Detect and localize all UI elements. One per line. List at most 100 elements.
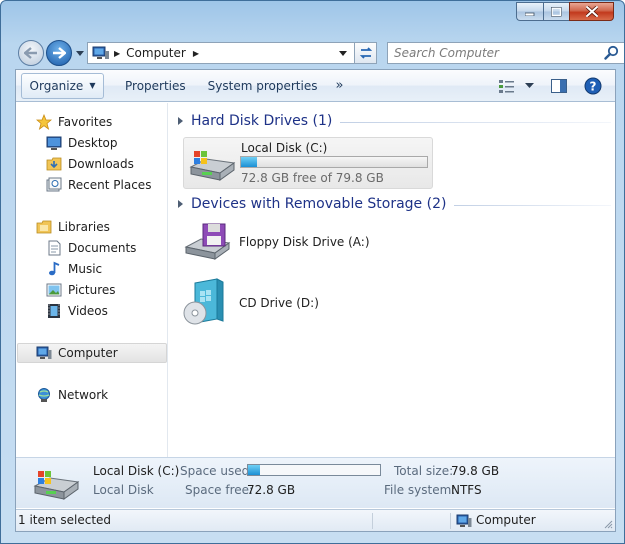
nav-favorites-label: Favorites — [58, 115, 113, 129]
system-properties-button[interactable]: System properties — [199, 73, 327, 99]
network-icon — [36, 387, 52, 403]
details-usage-fill — [248, 465, 260, 475]
nav-network[interactable]: Network — [36, 385, 108, 405]
view-list-icon — [499, 80, 514, 93]
minimize-button[interactable] — [516, 2, 543, 21]
nav-pictures[interactable]: Pictures — [46, 280, 116, 300]
cd-drive-label: CD Drive (D:) — [239, 296, 319, 310]
local-disk-name: Local Disk (C:) — [241, 141, 328, 155]
space-free-value: 72.8 GB — [247, 483, 296, 497]
command-bar: Organize ▼ Properties System properties … — [16, 70, 615, 102]
back-button[interactable] — [18, 40, 44, 66]
recent-places-icon — [46, 177, 62, 193]
nav-libraries[interactable]: Libraries — [36, 217, 110, 237]
view-options-dropdown[interactable] — [521, 73, 537, 99]
address-bar[interactable]: ▶ Computer ▶ — [87, 42, 355, 64]
downloads-folder-icon — [46, 156, 62, 172]
group-collapse-icon — [178, 200, 183, 208]
minimize-icon — [525, 12, 535, 16]
nav-network-label: Network — [58, 388, 109, 402]
nav-videos[interactable]: Videos — [46, 301, 108, 321]
nav-desktop[interactable]: Desktop — [46, 133, 118, 153]
address-row: ▶ Computer ▶ — [15, 38, 624, 66]
nav-recent-places-label: Recent Places — [68, 178, 152, 192]
recent-pages-dropdown-icon[interactable] — [75, 48, 85, 58]
organize-button[interactable]: Organize ▼ — [21, 72, 104, 99]
help-icon: ? — [584, 77, 602, 95]
caption-buttons — [516, 2, 614, 22]
maximize-button[interactable] — [543, 2, 569, 21]
details-name: Local Disk (C:) — [93, 464, 180, 478]
total-size-value: 79.8 GB — [451, 464, 500, 478]
hard-drive-icon — [33, 471, 80, 500]
nav-desktop-label: Desktop — [68, 136, 118, 150]
breadcrumb-separator-icon[interactable]: ▶ — [114, 49, 120, 58]
search-icon[interactable] — [604, 45, 620, 61]
nav-videos-label: Videos — [68, 304, 108, 318]
favorites-star-icon — [36, 114, 52, 130]
space-used-label: Space used: — [180, 464, 254, 478]
explorer-frame: Organize ▼ Properties System properties … — [15, 69, 616, 532]
nav-music-label: Music — [68, 262, 103, 276]
local-disk-usage-bar — [240, 156, 428, 168]
floppy-drive-icon — [184, 223, 231, 260]
explorer-window: ▶ Computer ▶ Organize ▼ Properties — [0, 0, 625, 544]
more-commands-button[interactable]: » — [326, 73, 352, 99]
nav-favorites[interactable]: Favorites — [36, 112, 112, 132]
desktop-icon — [46, 135, 62, 151]
nav-computer-label: Computer — [58, 346, 118, 360]
nav-computer[interactable]: Computer — [17, 343, 167, 363]
close-button[interactable] — [569, 2, 614, 21]
search-box[interactable] — [387, 42, 624, 64]
floppy-drive-label: Floppy Disk Drive (A:) — [239, 235, 370, 249]
group-removable-storage[interactable]: Devices with Removable Storage (2) — [169, 193, 611, 215]
breadcrumb-child-arrow-icon[interactable]: ▶ — [193, 49, 199, 58]
details-type: Local Disk — [93, 483, 154, 497]
nav-downloads-label: Downloads — [68, 157, 134, 171]
change-view-button[interactable] — [493, 73, 521, 99]
music-icon — [46, 261, 62, 277]
group-removable-title: Devices with Removable Storage (2) — [191, 196, 447, 212]
group-collapse-icon — [178, 117, 183, 125]
total-size-label: Total size: — [394, 464, 454, 478]
nav-music[interactable]: Music — [46, 259, 102, 279]
file-system-value: NTFS — [451, 483, 482, 497]
forward-button[interactable] — [46, 40, 72, 66]
computer-icon — [456, 514, 472, 527]
forward-arrow-icon — [53, 47, 66, 59]
breadcrumb-computer[interactable]: Computer — [126, 46, 186, 60]
help-button[interactable]: ? — [579, 73, 607, 99]
libraries-icon — [36, 219, 52, 235]
properties-button[interactable]: Properties — [116, 73, 195, 99]
local-disk-tile[interactable]: Local Disk (C:) 72.8 GB free of 79.8 GB — [183, 137, 433, 189]
selection-status: 1 item selected — [18, 513, 112, 527]
nav-pictures-label: Pictures — [68, 283, 116, 297]
close-icon — [585, 6, 598, 17]
group-hard-disk-title: Hard Disk Drives (1) — [191, 113, 333, 129]
local-disk-usage-fill — [241, 157, 258, 167]
group-divider — [340, 121, 611, 123]
file-system-label: File system: — [384, 483, 456, 497]
nav-documents[interactable]: Documents — [46, 238, 136, 258]
refresh-button[interactable] — [354, 42, 377, 64]
chevron-down-icon: ▼ — [89, 81, 96, 90]
documents-icon — [46, 240, 62, 256]
local-disk-free-text: 72.8 GB free of 79.8 GB — [241, 171, 384, 185]
computer-icon — [36, 345, 52, 361]
nav-downloads[interactable]: Downloads — [46, 154, 134, 174]
group-hard-disk-drives[interactable]: Hard Disk Drives (1) — [169, 110, 611, 132]
back-arrow-icon — [24, 47, 37, 59]
refresh-icon — [359, 47, 372, 59]
videos-icon — [46, 303, 62, 319]
cd-drive-item[interactable]: CD Drive (D:) — [183, 277, 319, 329]
status-divider — [450, 513, 451, 529]
hard-drive-icon — [189, 151, 236, 181]
floppy-drive-item[interactable]: Floppy Disk Drive (A:) — [183, 221, 370, 263]
resize-grip-icon[interactable] — [603, 519, 613, 529]
address-history-dropdown-icon[interactable] — [338, 50, 348, 58]
preview-pane-button[interactable] — [545, 73, 573, 99]
status-location: Computer — [476, 513, 536, 527]
nav-recent-places[interactable]: Recent Places — [46, 175, 151, 195]
nav-libraries-label: Libraries — [58, 220, 110, 234]
search-input[interactable] — [388, 43, 604, 63]
